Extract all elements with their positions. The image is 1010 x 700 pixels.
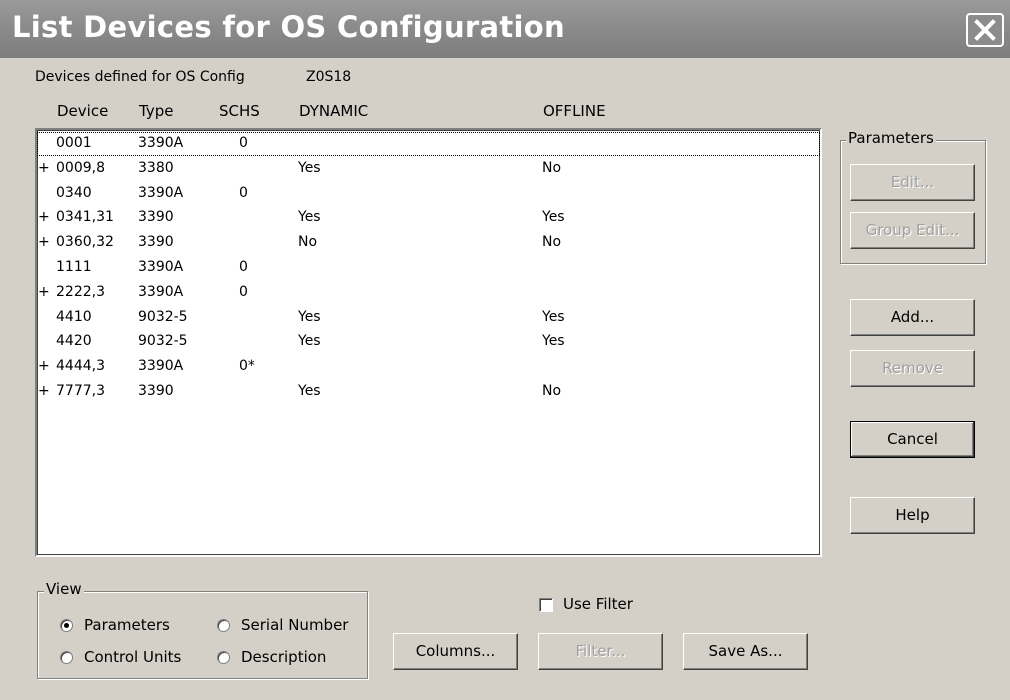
os-config-id: Z0S18 — [306, 69, 352, 85]
cell-device: 0360,32 — [56, 234, 114, 251]
radio-serial-number[interactable] — [217, 619, 230, 632]
cell-type: 3380 — [138, 159, 174, 176]
cell-dynamic: Yes — [298, 383, 321, 399]
help-button[interactable]: Help — [850, 497, 975, 534]
filter-button[interactable]: Filter... — [538, 633, 663, 670]
cell-prefix[interactable]: + — [38, 358, 50, 374]
radio-control-units[interactable] — [60, 651, 73, 664]
close-icon — [974, 19, 996, 41]
cell-device: 7777,3 — [56, 383, 105, 399]
cell-type: 3390A — [138, 259, 184, 275]
list-row[interactable]: +4444,3 3390A 0* — [37, 355, 820, 379]
list-row[interactable]: 1111 3390A 0 — [37, 256, 820, 280]
use-filter-checkbox[interactable] — [539, 598, 553, 612]
cell-prefix[interactable]: + — [38, 209, 50, 225]
cell-offline: No — [542, 159, 562, 176]
save-as-button[interactable]: Save As... — [683, 633, 808, 670]
cell-dynamic: Yes — [298, 333, 321, 350]
radio-description[interactable] — [217, 651, 230, 664]
cell-offline: No — [542, 234, 562, 251]
cell-prefix[interactable]: + — [38, 284, 50, 300]
cell-type: 3390 — [138, 383, 174, 399]
cell-device: 0341,31 — [56, 209, 114, 226]
cell-type: 3390A — [138, 184, 184, 201]
add-button[interactable]: Add... — [850, 299, 975, 336]
cell-schs: 0 — [239, 135, 248, 151]
column-header-device[interactable]: Device — [57, 102, 108, 120]
cell-type: 3390A — [138, 283, 184, 300]
remove-button[interactable]: Remove — [850, 350, 975, 387]
radio-parameters-label: Parameters — [84, 616, 170, 634]
cell-type: 3390A — [138, 135, 184, 151]
edit-button[interactable]: Edit... — [850, 164, 975, 201]
cell-type: 3390A — [138, 358, 184, 375]
column-header-type[interactable]: Type — [139, 102, 173, 120]
parameters-group-title: Parameters — [846, 129, 936, 147]
list-row[interactable]: +2222,3 3390A 0 — [37, 281, 820, 305]
list-row[interactable]: 0340 3390A 0 — [37, 182, 820, 206]
radio-parameters[interactable] — [60, 619, 73, 632]
cell-device: 4420 — [56, 333, 92, 350]
cell-schs: 0 — [239, 259, 248, 275]
cell-dynamic: No — [298, 234, 318, 251]
radio-description-label: Description — [241, 648, 327, 666]
cell-device: 4444,3 — [56, 358, 105, 375]
list-row[interactable]: +7777,3 3390 Yes No — [37, 380, 820, 404]
cell-offline: Yes — [542, 333, 565, 350]
cell-prefix[interactable]: + — [38, 160, 50, 176]
cancel-button[interactable]: Cancel — [850, 421, 975, 458]
title-bar: List Devices for OS Configuration — [0, 0, 1010, 58]
cell-type: 3390 — [138, 234, 174, 251]
cell-device: 4410 — [56, 308, 92, 325]
list-row[interactable]: +0009,8 3380 Yes No — [37, 157, 820, 181]
cell-device: 0340 — [56, 184, 92, 201]
cell-device: 1111 — [56, 259, 92, 275]
list-row[interactable]: +0341,31 3390 Yes Yes — [37, 206, 820, 230]
cell-dynamic: Yes — [298, 159, 321, 176]
device-list[interactable]: 0001 3390A 0 +0009,8 3380 Yes No 0340 3390A 0 +034… — [35, 128, 822, 557]
cell-offline: Yes — [542, 209, 565, 226]
cell-schs: 0 — [239, 184, 248, 201]
cell-schs: 0 — [239, 283, 248, 300]
cell-device: 0001 — [56, 135, 92, 151]
window-title: List Devices for OS Configuration — [12, 10, 565, 44]
cell-prefix[interactable]: + — [38, 234, 50, 250]
column-header-schs[interactable]: SCHS — [219, 102, 260, 120]
radio-serial-number-label: Serial Number — [241, 616, 349, 634]
columns-button[interactable]: Columns... — [393, 633, 518, 670]
cell-type: 9032-5 — [138, 308, 188, 325]
cell-prefix[interactable]: + — [38, 383, 50, 399]
cell-offline: Yes — [542, 308, 565, 325]
cell-device: 2222,3 — [56, 283, 105, 300]
cell-dynamic: Yes — [298, 308, 321, 325]
cell-dynamic: Yes — [298, 209, 321, 226]
group-edit-button[interactable]: Group Edit... — [850, 212, 975, 249]
view-group-title: View — [44, 580, 84, 598]
list-row[interactable]: +0360,32 3390 No No — [37, 231, 820, 255]
cell-device: 0009,8 — [56, 159, 105, 176]
list-row[interactable]: 4420 9032-5 Yes Yes — [37, 330, 820, 354]
devices-defined-label: Devices defined for OS Config — [35, 69, 245, 85]
list-row[interactable]: 4410 9032-5 Yes Yes — [37, 306, 820, 330]
list-row[interactable]: 0001 3390A 0 — [37, 132, 820, 156]
cell-type: 9032-5 — [138, 333, 188, 350]
column-header-offline[interactable]: OFFLINE — [543, 102, 606, 120]
use-filter-label: Use Filter — [563, 595, 633, 613]
column-header-dynamic[interactable]: DYNAMIC — [299, 102, 368, 120]
close-button[interactable] — [966, 13, 1004, 47]
cell-type: 3390 — [138, 209, 174, 226]
cell-schs: 0* — [239, 358, 255, 375]
radio-control-units-label: Control Units — [84, 648, 182, 666]
cell-offline: No — [542, 383, 562, 399]
